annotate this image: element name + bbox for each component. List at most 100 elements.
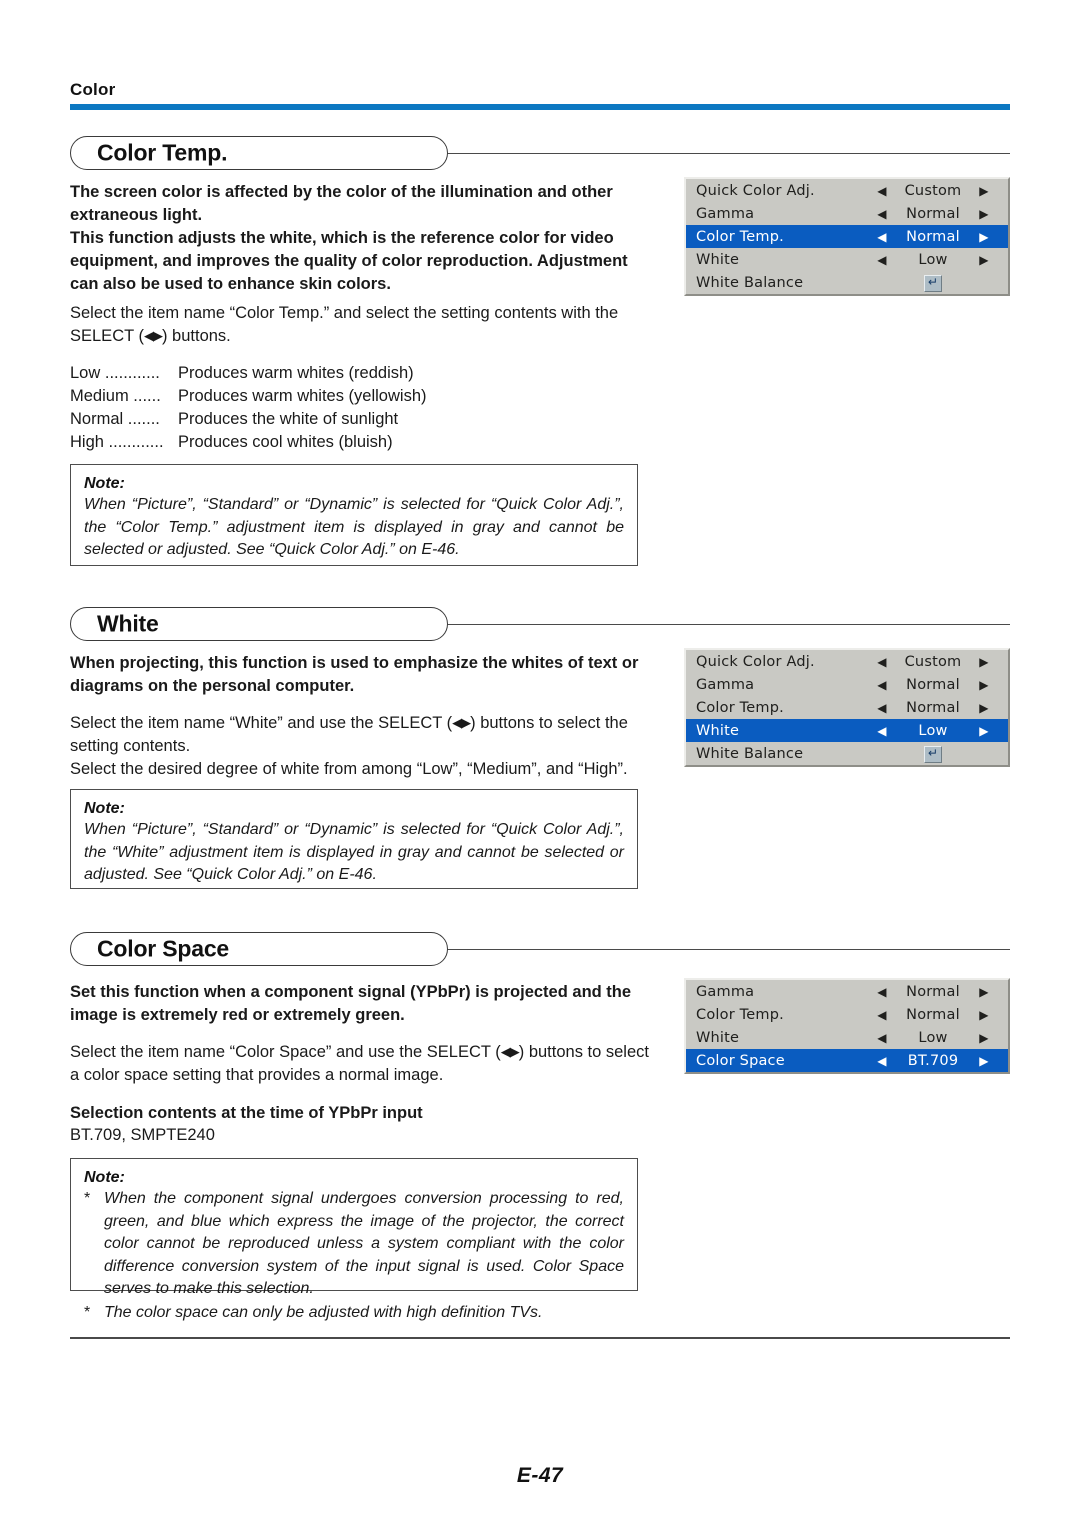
right-arrow-icon[interactable]: ▶ [968,1032,1000,1044]
note-bullet-item: * The color space can only be adjusted w… [84,1302,624,1325]
right-arrow-icon[interactable]: ▶ [968,986,1000,998]
note-title: Note: [84,800,125,817]
osd-row-selected[interactable]: Color Temp. ◀ Normal ▶ [686,225,1008,248]
heading-pill: White [70,607,448,641]
definition-desc: Produces warm whites (yellowish) [178,387,427,405]
heading-tail-rule [440,948,1010,950]
select-arrows-icon: ◀▶ [143,328,163,343]
color-space-instruction: Select the item name “Color Space” and u… [70,1041,650,1087]
left-arrow-icon[interactable]: ◀ [866,656,898,668]
left-arrow-icon[interactable]: ◀ [866,254,898,266]
definition-row: High ............ Produces cool whites (b… [70,431,427,454]
heading-tail-rule [440,152,1010,154]
right-arrow-icon[interactable]: ▶ [968,231,1000,243]
color-temp-instruction: Select the item name “Color Temp.” and s… [70,302,650,348]
osd-item-value: Low [918,251,948,268]
osd-item-label: White Balance [696,274,804,291]
osd-item-label: Quick Color Adj. [696,653,815,670]
osd-row-selected[interactable]: Color Space ◀ BT.709 ▶ [686,1049,1008,1072]
right-arrow-icon[interactable]: ▶ [968,185,1000,197]
osd-row[interactable]: White Balance ↵ [686,271,1008,294]
osd-menu-color-temp[interactable]: Quick Color Adj. ◀ Custom ▶ Gamma ◀ Norm… [684,177,1010,296]
definition-desc: Produces warm whites (reddish) [178,364,414,382]
osd-item-value: Normal [906,699,960,716]
osd-row[interactable]: Quick Color Adj. ◀ Custom ▶ [686,179,1008,202]
section-heading-color-temp: Color Temp. [70,136,1010,170]
selection-contents-values: BT.709, SMPTE240 [70,1126,215,1144]
instruction-text-pre: Select the item name “White” and use the… [70,714,453,732]
osd-item-value: Low [918,722,948,739]
note-title: Note: [84,1169,125,1186]
enter-key-icon[interactable]: ↵ [924,745,942,763]
left-arrow-icon[interactable]: ◀ [866,679,898,691]
page-number: E-47 [516,1464,564,1487]
definition-row: Medium ...... Produces warm whites (yello… [70,385,427,408]
osd-item-label: Gamma [696,983,755,1000]
osd-item-label: White [696,251,740,268]
color-temp-definition-list: Low ............ Produces warm whites (re… [70,362,427,454]
osd-row[interactable]: Color Temp. ◀ Normal ▶ [686,1003,1008,1026]
footer-rule [70,1337,1010,1339]
white-intro: When projecting, this function is used t… [70,654,639,695]
left-arrow-icon[interactable]: ◀ [866,1032,898,1044]
right-arrow-icon[interactable]: ▶ [968,1009,1000,1021]
right-arrow-icon[interactable]: ▶ [968,679,1000,691]
white-instruction-line2: Select the desired degree of white from … [70,760,628,778]
bullet-star-icon: * [84,1303,91,1321]
color-space-intro: Set this function when a component signa… [70,983,632,1024]
instruction-text-pre: Select the item name “Color Space” and u… [70,1043,501,1061]
term-text: Normal [70,410,124,428]
right-arrow-icon[interactable]: ▶ [968,1055,1000,1067]
osd-row[interactable]: Gamma ◀ Normal ▶ [686,673,1008,696]
right-arrow-icon[interactable]: ▶ [968,656,1000,668]
definition-term: Medium ...... [70,385,178,408]
section-title: White [97,610,159,637]
osd-item-label: Color Temp. [696,228,784,245]
osd-item-label: Gamma [696,205,755,222]
left-arrow-icon[interactable]: ◀ [866,1055,898,1067]
note-box-color-space: Note: * When the component signal underg… [70,1158,638,1321]
select-arrows-icon: ◀▶ [452,715,471,730]
left-arrow-icon[interactable]: ◀ [866,185,898,197]
osd-row[interactable]: White ◀ Low ▶ [686,248,1008,271]
osd-item-value: Custom [904,653,962,670]
osd-row[interactable]: Gamma ◀ Normal ▶ [686,202,1008,225]
dot-leader: ...... [133,387,161,405]
instruction-text-post: ) buttons. [161,327,231,345]
left-arrow-icon[interactable]: ◀ [866,725,898,737]
left-arrow-icon[interactable]: ◀ [866,231,898,243]
note-title: Note: [84,475,125,492]
left-arrow-icon[interactable]: ◀ [866,702,898,714]
osd-row[interactable]: Quick Color Adj. ◀ Custom ▶ [686,650,1008,673]
note-bullet-item: * When the component signal undergoes co… [84,1188,624,1301]
osd-row[interactable]: White ◀ Low ▶ [686,1026,1008,1049]
right-arrow-icon[interactable]: ▶ [968,725,1000,737]
definition-term: Low ............ [70,362,178,385]
osd-row[interactable]: Gamma ◀ Normal ▶ [686,980,1008,1003]
dot-leader: ............ [108,433,164,451]
osd-menu-color-space[interactable]: Gamma ◀ Normal ▶ Color Temp. ◀ Normal ▶ … [684,978,1010,1074]
left-arrow-icon[interactable]: ◀ [866,208,898,220]
right-arrow-icon[interactable]: ▶ [968,208,1000,220]
heading-pill: Color Space [70,932,448,966]
osd-item-value: BT.709 [907,1052,959,1069]
select-arrows-icon: ◀▶ [500,1044,520,1059]
osd-item-label: White Balance [696,745,804,762]
osd-item-label: White [696,722,740,739]
note-body: When “Picture”, “Standard” or “Dynamic” … [84,821,624,883]
osd-row[interactable]: Color Temp. ◀ Normal ▶ [686,696,1008,719]
manual-page: Color Color Temp. The screen color is af… [0,0,1080,1526]
right-arrow-icon[interactable]: ▶ [968,702,1000,714]
right-arrow-icon[interactable]: ▶ [968,254,1000,266]
osd-menu-white[interactable]: Quick Color Adj. ◀ Custom ▶ Gamma ◀ Norm… [684,648,1010,767]
enter-key-icon[interactable]: ↵ [924,274,942,292]
osd-row-selected[interactable]: White ◀ Low ▶ [686,719,1008,742]
section-heading-white: White [70,607,1010,641]
left-arrow-icon[interactable]: ◀ [866,1009,898,1021]
osd-item-value: Normal [906,983,960,1000]
osd-row[interactable]: White Balance ↵ [686,742,1008,765]
definition-term: Normal ....... [70,408,178,431]
note-box-white: Note: When “Picture”, “Standard” or “Dyn… [70,789,638,889]
dot-leader: ....... [127,410,160,428]
left-arrow-icon[interactable]: ◀ [866,986,898,998]
